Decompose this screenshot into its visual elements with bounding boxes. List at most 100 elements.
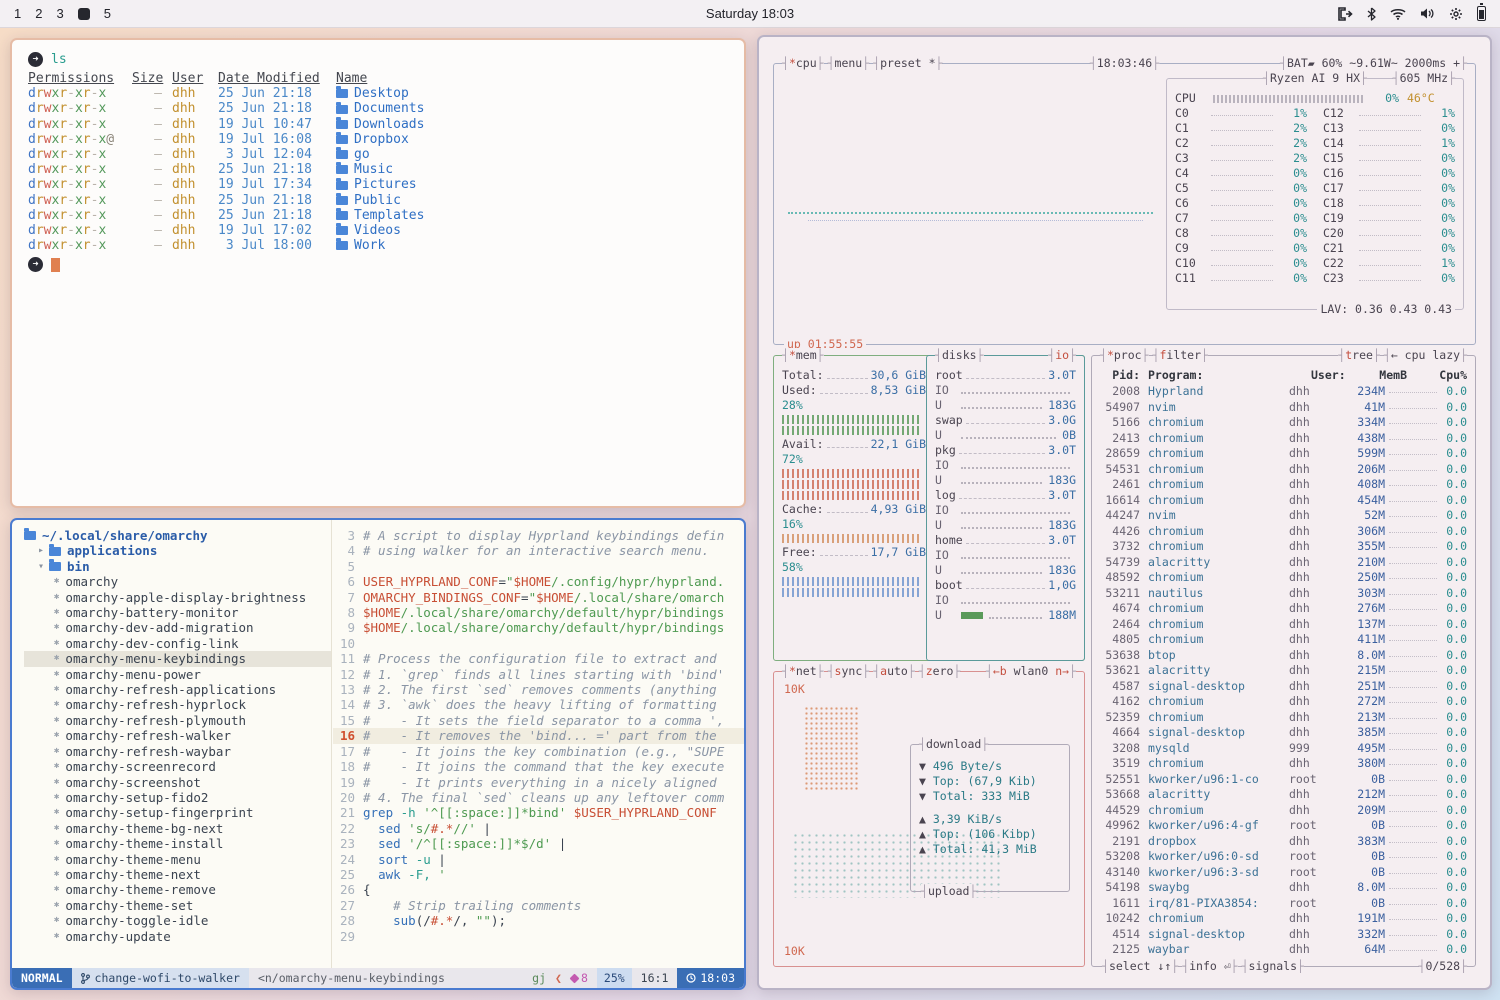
workspace-2[interactable]: 2 (35, 6, 42, 21)
process-row[interactable]: 4587signal-desktopdhh251M0.0 (1092, 679, 1475, 695)
process-row[interactable]: 3208mysqld999495M0.0 (1092, 741, 1475, 757)
net-tab-uto[interactable]: auto (873, 664, 915, 679)
tree-item-applications[interactable]: ▸applications (24, 543, 331, 558)
workspace-1[interactable]: 1 (14, 6, 21, 21)
tree-item-omarchy-theme-bg-next[interactable]: ✱omarchy-theme-bg-next (24, 821, 331, 836)
proc-sort--cpu-lazy[interactable]: ← cpu lazy (1384, 348, 1467, 363)
process-row[interactable]: 52359chromiumdhh213M0.0 (1092, 710, 1475, 726)
tree-item-omarchy-refresh-applications[interactable]: ✱omarchy-refresh-applications (24, 682, 331, 697)
process-row[interactable]: 4674chromiumdhh276M0.0 (1092, 601, 1475, 617)
tree-item-omarchy-dev-add-migration[interactable]: ✱omarchy-dev-add-migration (24, 620, 331, 635)
process-row[interactable]: 2191dropboxdhh383M0.0 (1092, 834, 1475, 850)
terminal-window[interactable]: ➜ ls Permissions Size User Date Modified… (10, 38, 746, 508)
process-row[interactable]: 44529chromiumdhh209M0.0 (1092, 803, 1475, 819)
process-row[interactable]: 2413chromiumdhh438M0.0 (1092, 431, 1475, 447)
btop-window[interactable]: *cpumenupreset * 18:03:46 BAT▰ 60% ~9.61… (757, 35, 1492, 990)
io-tab[interactable]: io (1048, 348, 1076, 363)
tree-item-omarchy-theme-menu[interactable]: ✱omarchy-theme-menu (24, 852, 331, 867)
process-row[interactable]: 48592chromiumdhh250M0.0 (1092, 570, 1475, 586)
tree-item-omarchy-dev-config-link[interactable]: ✱omarchy-dev-config-link (24, 636, 331, 651)
process-row[interactable]: 4664signal-desktopdhh385M0.0 (1092, 725, 1475, 741)
process-row[interactable]: 53208kworker/u96:0-sdroot0B0.0 (1092, 849, 1475, 865)
process-row[interactable]: 53621alacrittydhh215M0.0 (1092, 663, 1475, 679)
tab-menu[interactable]: menu (828, 56, 870, 71)
process-row[interactable]: 53211nautilusdhh303M0.0 (1092, 586, 1475, 602)
plugin-count[interactable]: 8 (571, 971, 588, 985)
process-row[interactable]: 44247nvimdhh52M0.0 (1092, 508, 1475, 524)
process-row[interactable]: 52551kworker/u96:1-coroot0B0.0 (1092, 772, 1475, 788)
tree-item-omarchy-toggle-idle[interactable]: ✱omarchy-toggle-idle (24, 913, 331, 928)
tree-item-bin[interactable]: ▾bin (24, 559, 331, 574)
process-row[interactable]: 49962kworker/u96:4-gfroot0B0.0 (1092, 818, 1475, 834)
tree-item-omarchy-menu-keybindings[interactable]: ✱omarchy-menu-keybindings (24, 651, 331, 666)
tree-item--local-share-omarchy[interactable]: ~/.local/share/omarchy (24, 528, 331, 543)
tree-item-omarchy-screenrecord[interactable]: ✱omarchy-screenrecord (24, 759, 331, 774)
tree-item-omarchy-refresh-waybar[interactable]: ✱omarchy-refresh-waybar (24, 744, 331, 759)
proc-action-select-[interactable]: select ↓↑ (1102, 959, 1178, 974)
terminal-cursor[interactable] (51, 258, 60, 272)
tree-item-omarchy-theme-next[interactable]: ✱omarchy-theme-next (24, 867, 331, 882)
tree-item-omarchy-refresh-hyprlock[interactable]: ✱omarchy-refresh-hyprlock (24, 697, 331, 712)
tree-item-omarchy-refresh-plymouth[interactable]: ✱omarchy-refresh-plymouth (24, 713, 331, 728)
process-row[interactable]: 2464chromiumdhh137M0.0 (1092, 617, 1475, 633)
volume-icon[interactable] (1420, 7, 1435, 20)
tree-item-omarchy[interactable]: ✱omarchy (24, 574, 331, 589)
logout-icon[interactable] (1338, 7, 1353, 21)
process-row[interactable]: 2008Hyprlanddhh234M0.0 (1092, 384, 1475, 400)
net-tab-ync[interactable]: sync (828, 664, 870, 679)
process-row[interactable]: 2125waybardhh64M0.0 (1092, 942, 1475, 958)
net-tab-net[interactable]: *net (782, 664, 824, 679)
battery-icon[interactable] (1477, 6, 1486, 21)
tree-item-omarchy-setup-fido2[interactable]: ✱omarchy-setup-fido2 (24, 790, 331, 805)
process-row[interactable]: 4162chromiumdhh272M0.0 (1092, 694, 1475, 710)
process-row[interactable]: 1611irq/81-PIXA3854:root0B0.0 (1092, 896, 1475, 912)
process-row[interactable]: 54531chromiumdhh206M0.0 (1092, 462, 1475, 478)
wifi-icon[interactable] (1390, 8, 1406, 20)
process-row[interactable]: 43140kworker/u96:3-sdroot0B0.0 (1092, 865, 1475, 881)
process-row[interactable]: 54739alacrittydhh210M0.0 (1092, 555, 1475, 571)
process-row[interactable]: 3519chromiumdhh380M0.0 (1092, 756, 1475, 772)
settings-gear-icon[interactable] (1449, 7, 1463, 21)
process-row[interactable]: 53668alacrittydhh212M0.0 (1092, 787, 1475, 803)
proc-action-signals[interactable]: signals (1242, 959, 1304, 974)
process-row[interactable]: 3732chromiumdhh355M0.0 (1092, 539, 1475, 555)
tree-item-omarchy-battery-monitor[interactable]: ✱omarchy-battery-monitor (24, 605, 331, 620)
tree-item-omarchy-refresh-walker[interactable]: ✱omarchy-refresh-walker (24, 728, 331, 743)
tab-cpu[interactable]: *cpu (782, 56, 824, 71)
proc-action-info-[interactable]: info ⏎ (1182, 959, 1237, 974)
net-interface[interactable]: ←b wlan0 n→ (986, 664, 1076, 679)
proc-sort-ree[interactable]: tree (1338, 348, 1380, 363)
process-row[interactable]: 4426chromiumdhh306M0.0 (1092, 524, 1475, 540)
tree-item-omarchy-theme-set[interactable]: ✱omarchy-theme-set (24, 898, 331, 913)
process-row[interactable]: 28659chromiumdhh599M0.0 (1092, 446, 1475, 462)
mem-tab[interactable]: *mem (782, 348, 824, 363)
bluetooth-icon[interactable] (1367, 7, 1376, 21)
tab-preset-[interactable]: preset * (873, 56, 942, 71)
process-row[interactable]: 16614chromiumdhh454M0.0 (1092, 493, 1475, 509)
tree-item-omarchy-setup-fingerprint[interactable]: ✱omarchy-setup-fingerprint (24, 805, 331, 820)
process-row[interactable]: 5166chromiumdhh334M0.0 (1092, 415, 1475, 431)
net-tab-ero[interactable]: zero (919, 664, 961, 679)
workspace-3[interactable]: 3 (56, 6, 63, 21)
editor-buffer[interactable]: 3# A script to display Hyprland keybindi… (333, 520, 744, 968)
tree-item-omarchy-update[interactable]: ✱omarchy-update (24, 929, 331, 944)
process-row[interactable]: 53638btopdhh8.0M0.0 (1092, 648, 1475, 664)
tree-item-omarchy-screenshot[interactable]: ✱omarchy-screenshot (24, 775, 331, 790)
process-row[interactable]: 4805chromiumdhh411M0.0 (1092, 632, 1475, 648)
proc-tab-proc[interactable]: *proc (1100, 348, 1149, 363)
git-branch[interactable]: change-wofi-to-walker (72, 968, 249, 988)
process-row[interactable]: 54198swaybgdhh8.0M0.0 (1092, 880, 1475, 896)
workspace-5[interactable]: 5 (104, 6, 111, 21)
tree-item-omarchy-menu-power[interactable]: ✱omarchy-menu-power (24, 667, 331, 682)
process-row[interactable]: 10242chromiumdhh191M0.0 (1092, 911, 1475, 927)
process-row[interactable]: 54907nvimdhh41M0.0 (1092, 400, 1475, 416)
disks-tab[interactable]: disks (935, 348, 984, 363)
proc-tab-ilter[interactable]: filter (1153, 348, 1208, 363)
tree-item-omarchy-apple-display-brightness[interactable]: ✱omarchy-apple-display-brightness (24, 590, 331, 605)
tree-item-omarchy-theme-remove[interactable]: ✱omarchy-theme-remove (24, 882, 331, 897)
tree-item-omarchy-theme-install[interactable]: ✱omarchy-theme-install (24, 836, 331, 851)
nvim-window[interactable]: ~/.local/share/omarchy▸applications▾bin✱… (10, 518, 746, 990)
process-row[interactable]: 4514signal-desktopdhh332M0.0 (1092, 927, 1475, 943)
workspace-active-icon[interactable] (78, 8, 90, 20)
process-row[interactable]: 2461chromiumdhh408M0.0 (1092, 477, 1475, 493)
